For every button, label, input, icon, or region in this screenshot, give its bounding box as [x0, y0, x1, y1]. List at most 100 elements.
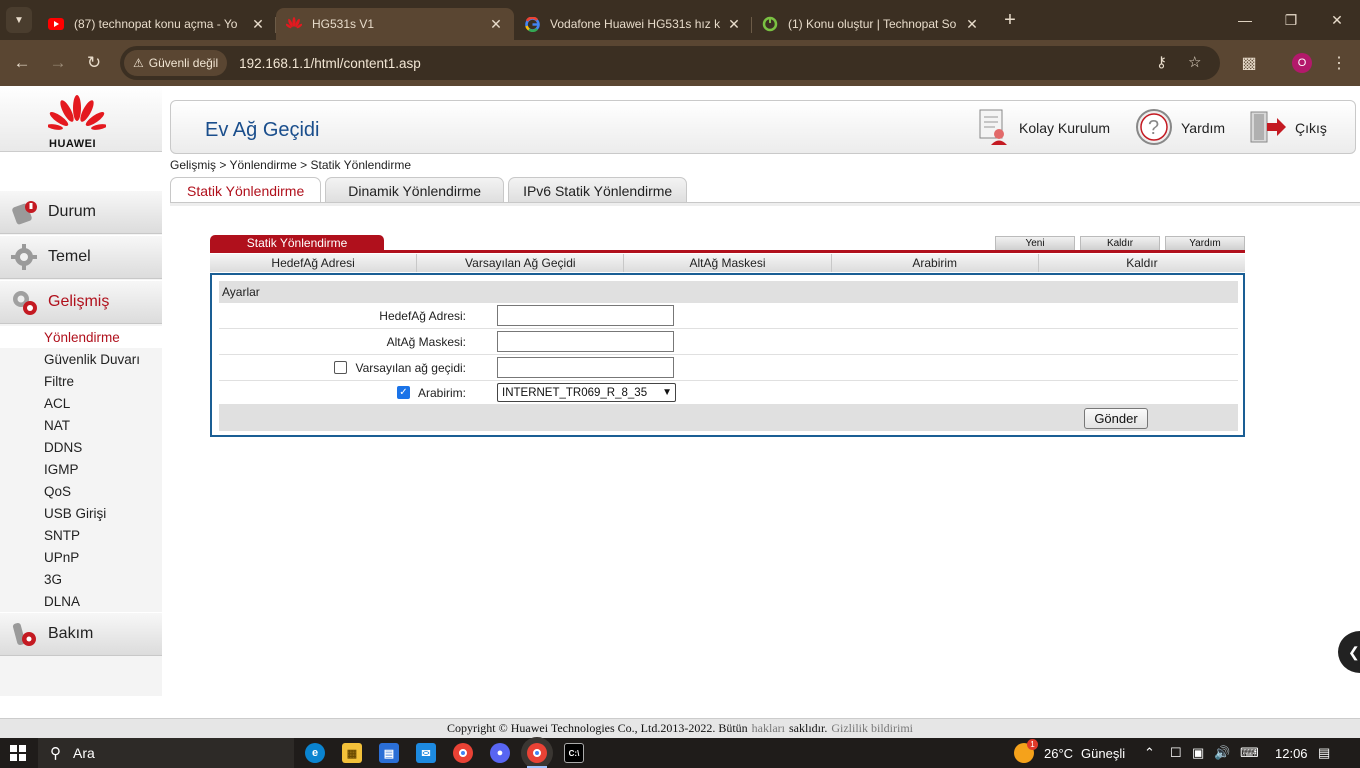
- submenu-igmp[interactable]: IGMP: [44, 462, 79, 477]
- submenu-guvenlik-duvari[interactable]: Güvenlik Duvarı: [44, 352, 140, 367]
- interface-checkbox[interactable]: ✓: [396, 386, 410, 399]
- sidebar-item-label: Durum: [48, 203, 97, 220]
- clock[interactable]: 12:06: [1275, 738, 1308, 768]
- copyright-text: Copyright © Huawei Technologies Co., Ltd…: [446, 721, 748, 735]
- dest-address-input[interactable]: [497, 305, 674, 326]
- basic-settings-icon: [0, 242, 48, 272]
- volume-icon[interactable]: 🔊: [1214, 738, 1230, 768]
- chrome-active-icon[interactable]: [527, 743, 547, 763]
- submenu-qos[interactable]: QoS: [44, 484, 71, 499]
- close-tab-icon[interactable]: ✕: [250, 16, 266, 33]
- submenu-acl[interactable]: ACL: [44, 396, 70, 411]
- password-key-icon[interactable]: ⚷: [1156, 53, 1167, 71]
- floating-expand-button[interactable]: ❮: [1338, 631, 1360, 673]
- browser-tab[interactable]: Vodafone Huawei HG531s hız k ✕: [514, 8, 752, 40]
- store-icon[interactable]: ▤: [379, 743, 399, 763]
- tab-ipv6-statik-yonlendirme[interactable]: IPv6 Statik Yönlendirme: [508, 177, 688, 203]
- browser-tab[interactable]: (1) Konu oluştur | Technopat So ✕: [752, 8, 990, 40]
- submenu-3g[interactable]: 3G: [44, 572, 62, 587]
- new-button[interactable]: Yeni: [995, 236, 1075, 251]
- forward-button[interactable]: →: [40, 45, 76, 81]
- sidebar-item-bakim[interactable]: Bakım: [0, 612, 162, 656]
- interface-select[interactable]: INTERNET_TR069_R_8_35 ▼: [497, 383, 676, 402]
- submenu-ddns[interactable]: DDNS: [44, 440, 82, 455]
- sidebar-item-label: Gelişmiş: [48, 293, 110, 310]
- sidebar-item-temel[interactable]: Temel: [0, 235, 162, 279]
- submenu-upnp[interactable]: UPnP: [44, 550, 79, 565]
- page-header: Ev Ağ Geçidi Kolay Kurulum ? Yardım Çıkı…: [170, 100, 1356, 154]
- gateway-input[interactable]: [497, 357, 674, 378]
- tray-chevron-icon[interactable]: ⌃: [1144, 738, 1155, 768]
- url-text[interactable]: 192.168.1.1/html/content1.asp: [239, 56, 421, 71]
- close-tab-icon[interactable]: ✕: [964, 16, 980, 33]
- search-icon: ⚲: [50, 745, 61, 762]
- remove-button[interactable]: Kaldır: [1080, 236, 1160, 251]
- column-header: Kaldır: [1126, 256, 1158, 270]
- chevron-down-icon: ▼: [662, 387, 672, 398]
- section-title: Statik Yönlendirme: [210, 235, 384, 251]
- submenu-filtre[interactable]: Filtre: [44, 374, 74, 389]
- bookmark-star-icon[interactable]: ☆: [1188, 53, 1201, 71]
- privacy-link[interactable]: Gizlilik bildirimi: [831, 721, 913, 736]
- help-icon: ?: [1135, 108, 1173, 149]
- close-tab-icon[interactable]: ✕: [726, 16, 742, 33]
- browser-tab-active[interactable]: HG531s V1 ✕: [276, 8, 514, 40]
- dest-address-label: HedefAğ Adresi:: [379, 308, 466, 323]
- tab-search-button[interactable]: ▼: [6, 7, 32, 33]
- interface-label-group: ✓ Arabirim:: [219, 386, 466, 400]
- reload-button[interactable]: ↻: [76, 45, 112, 81]
- windows-start-icon[interactable]: [10, 745, 26, 764]
- gateway-label-group: Varsayılan ağ geçidi:: [219, 361, 466, 375]
- form-row: HedefAğ Adresi:: [219, 303, 1238, 329]
- submenu-nat[interactable]: NAT: [44, 418, 70, 433]
- weather-widget[interactable]: 1 26°C Güneşli: [1014, 738, 1125, 768]
- tab-dinamik-yonlendirme[interactable]: Dinamik Yönlendirme: [325, 177, 505, 203]
- section-help-button[interactable]: Yardım: [1165, 236, 1245, 251]
- maintenance-icon: [0, 619, 48, 649]
- keyboard-icon[interactable]: ⌨: [1240, 738, 1259, 768]
- taskbar-search[interactable]: ⚲ Ara: [38, 738, 294, 768]
- sidebar-item-gelismis[interactable]: Gelişmiş: [0, 280, 162, 324]
- sidebar-item-durum[interactable]: Durum: [0, 190, 162, 234]
- file-explorer-icon[interactable]: ▦: [342, 743, 362, 763]
- restore-button[interactable]: ❐: [1268, 0, 1314, 40]
- submenu-sntp[interactable]: SNTP: [44, 528, 80, 543]
- subnet-mask-input[interactable]: [497, 331, 674, 352]
- security-chip[interactable]: ⚠ Güvenli değil: [124, 50, 228, 76]
- close-window-button[interactable]: ✕: [1314, 0, 1360, 40]
- easy-setup-button[interactable]: Kolay Kurulum: [977, 109, 1110, 147]
- chrome-icon[interactable]: [453, 743, 473, 763]
- submenu-usb-girisi[interactable]: USB Girişi: [44, 506, 106, 521]
- new-tab-button[interactable]: +: [996, 9, 1024, 32]
- logout-button[interactable]: Çıkış: [1249, 109, 1327, 147]
- rights-link[interactable]: hakları: [752, 721, 785, 736]
- gateway-checkbox[interactable]: [334, 361, 348, 374]
- address-bar[interactable]: ⚠ Güvenli değil 192.168.1.1/html/content…: [120, 46, 1220, 80]
- close-tab-icon[interactable]: ✕: [488, 16, 504, 33]
- submenu-dlna[interactable]: DLNA: [44, 594, 80, 609]
- logout-icon: [1249, 109, 1287, 148]
- setup-wizard-icon: [977, 108, 1011, 149]
- extensions-icon[interactable]: ▩: [1234, 48, 1264, 78]
- edge-icon[interactable]: e: [305, 743, 325, 763]
- taskbar: ⚲ Ara e ▦ ▤ ✉ ● C:\ 1 26°C Güneşli ⌃ ☐ ▣…: [0, 738, 1360, 768]
- discord-icon[interactable]: ●: [490, 743, 510, 763]
- svg-text:?: ?: [1148, 117, 1159, 139]
- help-button[interactable]: ? Yardım: [1135, 108, 1225, 149]
- profile-avatar[interactable]: O: [1292, 53, 1312, 73]
- network-icon[interactable]: ▣: [1192, 738, 1204, 768]
- mail-icon[interactable]: ✉: [416, 743, 436, 763]
- submit-button[interactable]: Gönder: [1084, 408, 1148, 429]
- browser-tab-strip: ▼ (87) technopat konu açma - Yo ✕ HG531s…: [0, 0, 1360, 40]
- meet-now-icon[interactable]: ☐: [1170, 738, 1182, 768]
- browser-tab[interactable]: (87) technopat konu açma - Yo ✕: [38, 8, 276, 40]
- column-header: Arabirim: [832, 254, 1039, 272]
- tab-statik-yonlendirme[interactable]: Statik Yönlendirme: [170, 177, 322, 203]
- notifications-icon[interactable]: ▤: [1318, 738, 1330, 768]
- terminal-icon[interactable]: C:\: [564, 743, 584, 763]
- column-header: HedefAğ Adresi: [210, 254, 418, 272]
- menu-kebab-icon[interactable]: ⋮: [1324, 48, 1354, 78]
- back-button[interactable]: ←: [4, 45, 40, 81]
- minimize-button[interactable]: —: [1222, 0, 1268, 40]
- submenu-yonlendirme[interactable]: Yönlendirme: [44, 330, 120, 345]
